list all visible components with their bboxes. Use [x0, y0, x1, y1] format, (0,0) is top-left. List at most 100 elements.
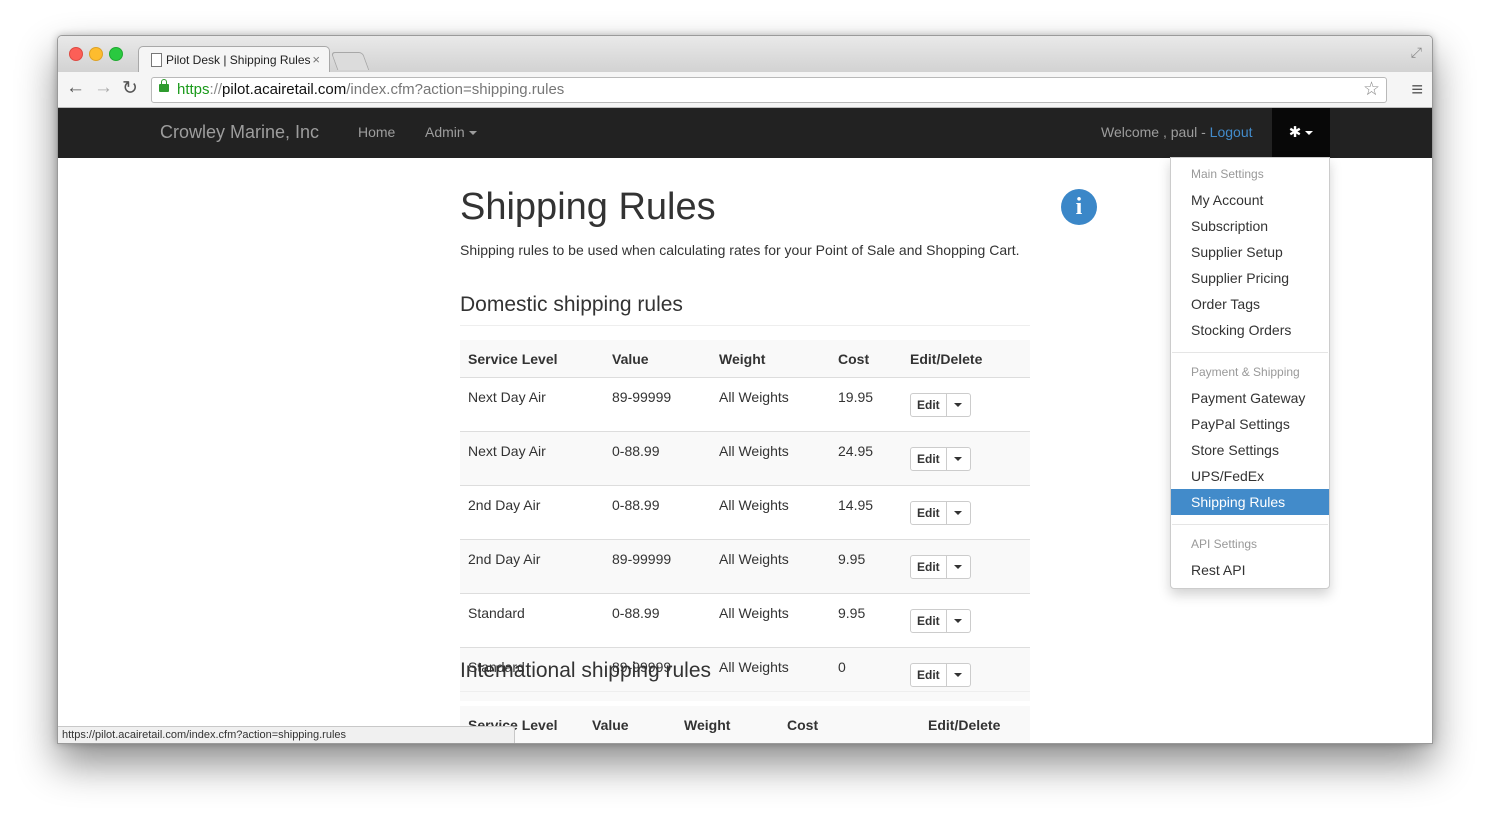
close-window-button[interactable] [69, 47, 83, 61]
service-level-cell: Next Day Air [460, 377, 604, 432]
domestic-rules-table: Service Level Value Weight Cost Edit/Del… [460, 340, 1030, 701]
menu-divider [1172, 524, 1328, 525]
edit-options-toggle[interactable] [946, 500, 971, 525]
menu-item-label: Store Settings [1191, 442, 1279, 458]
nav-admin[interactable]: Admin [425, 124, 477, 140]
column-header: Value [604, 340, 711, 378]
menu-item-payment-gateway[interactable]: Payment Gateway [1171, 385, 1329, 411]
chevron-down-icon [954, 511, 963, 516]
service-level-cell: 2nd Day Air [460, 485, 604, 540]
menu-item-label: Order Tags [1191, 296, 1260, 312]
brand[interactable]: Crowley Marine, Inc [160, 122, 319, 143]
url-text: https://pilot.acairetail.com/index.cfm?a… [177, 78, 564, 102]
menu-item-label: Supplier Setup [1191, 244, 1283, 260]
edit-button[interactable]: Edit [910, 608, 947, 633]
edit-options-toggle[interactable] [946, 392, 971, 417]
menu-item-label: Subscription [1191, 218, 1269, 234]
international-rules-table: Service Level Value Weight Cost Edit/Del… [460, 706, 1030, 743]
bookmark-star-icon[interactable]: ☆ [1363, 78, 1380, 102]
menu-item-shipping-rules[interactable]: Shipping Rules [1171, 489, 1329, 515]
menu-item-label: Shipping Rules [1191, 494, 1286, 510]
actions-cell: Edit [902, 539, 1030, 594]
menu-item-label: My Account [1191, 192, 1264, 208]
column-header: Weight [711, 340, 830, 378]
welcome-text: Welcome , paul - Logout [1101, 124, 1253, 140]
status-bar-url: https://pilot.acairetail.com/index.cfm?a… [58, 726, 515, 743]
cost-cell: 19.95 [830, 377, 902, 432]
domestic-section-title: Domestic shipping rules [460, 293, 1030, 326]
minimize-window-button[interactable] [89, 47, 103, 61]
maximize-window-button[interactable] [109, 47, 123, 61]
menu-item-rest-api[interactable]: Rest API [1171, 557, 1329, 583]
cost-cell: 9.95 [830, 593, 902, 648]
service-level-cell: Next Day Air [460, 431, 604, 486]
menu-divider [1172, 352, 1328, 353]
edit-options-toggle[interactable] [946, 608, 971, 633]
weight-cell: All Weights [711, 377, 830, 432]
edit-button-group: Edit [910, 608, 971, 633]
url-host: pilot.acairetail.com [222, 81, 347, 98]
menu-item-paypal-settings[interactable]: PayPal Settings [1171, 411, 1329, 437]
cost-cell: 14.95 [830, 485, 902, 540]
table-row: Next Day Air 0-88.99 All Weights 24.95 E… [460, 431, 1030, 486]
back-icon[interactable]: ← [66, 77, 85, 99]
edit-options-toggle[interactable] [946, 554, 971, 579]
table-row: Standard 0-88.99 All Weights 9.95 Edit [460, 593, 1030, 648]
menu-item-label: UPS/FedEx [1191, 468, 1265, 484]
edit-options-toggle[interactable] [946, 446, 971, 471]
value-cell: 0-88.99 [604, 431, 711, 486]
main-settings-header: Main Settings [1191, 167, 1264, 181]
nav-home[interactable]: Home [358, 124, 395, 140]
menu-item-stocking-orders[interactable]: Stocking Orders [1171, 317, 1329, 343]
edit-button[interactable]: Edit [910, 446, 947, 471]
tab-close-icon[interactable]: × [312, 52, 320, 67]
cost-cell: 24.95 [830, 431, 902, 486]
weight-cell: All Weights [711, 593, 830, 648]
international-section-title: International shipping rules [460, 659, 1030, 692]
value-cell: 0-88.99 [604, 485, 711, 540]
api-settings-header: API Settings [1191, 537, 1258, 551]
service-level-cell: 2nd Day Air [460, 539, 604, 594]
table-row: 2nd Day Air 0-88.99 All Weights 14.95 Ed… [460, 485, 1030, 540]
payment-shipping-header: Payment & Shipping [1191, 365, 1300, 379]
browser-tab[interactable]: Pilot Desk | Shipping Rules × [138, 46, 330, 73]
logout-link[interactable]: Logout [1210, 124, 1253, 140]
address-bar[interactable]: https://pilot.acairetail.com/index.cfm?a… [151, 77, 1387, 103]
info-icon[interactable]: i [1061, 189, 1097, 225]
menu-item-store-settings[interactable]: Store Settings [1171, 437, 1329, 463]
welcome-label: Welcome , paul - [1101, 124, 1210, 140]
fullscreen-icon[interactable]: ⤢ [1411, 44, 1422, 61]
url-scheme: https [177, 81, 210, 98]
edit-button[interactable]: Edit [910, 554, 947, 579]
lock-icon [159, 79, 169, 92]
tab-title: Pilot Desk | Shipping Rules [166, 53, 311, 67]
chevron-down-icon [954, 619, 963, 624]
column-header: Edit/Delete [902, 340, 1030, 378]
menu-item-supplier-setup[interactable]: Supplier Setup [1171, 239, 1329, 265]
forward-icon[interactable]: → [94, 77, 113, 99]
menu-item-ups-fedex[interactable]: UPS/FedEx [1171, 463, 1329, 489]
chevron-down-icon [954, 403, 963, 408]
new-tab-button[interactable] [330, 52, 370, 70]
menu-item-order-tags[interactable]: Order Tags [1171, 291, 1329, 317]
menu-item-my-account[interactable]: My Account [1171, 187, 1329, 213]
chevron-down-icon [954, 565, 963, 570]
actions-cell: Edit [902, 485, 1030, 540]
column-header: Cost [830, 340, 902, 378]
menu-item-supplier-pricing[interactable]: Supplier Pricing [1171, 265, 1329, 291]
menu-item-label: Rest API [1191, 562, 1246, 578]
browser-menu-icon[interactable]: ≡ [1411, 79, 1423, 102]
browser-toolbar: ← → ↻ https://pilot.acairetail.com/index… [58, 72, 1432, 108]
title-bar: Pilot Desk | Shipping Rules × ⤢ [58, 36, 1432, 73]
edit-button[interactable]: Edit [910, 392, 947, 417]
edit-button[interactable]: Edit [910, 500, 947, 525]
menu-item-label: Payment Gateway [1191, 390, 1306, 406]
app-navbar: Crowley Marine, Inc Home Admin Welcome ,… [58, 108, 1432, 158]
reload-icon[interactable]: ↻ [122, 77, 138, 100]
settings-dropdown-menu: Main Settings My Account Subscription Su… [1170, 157, 1330, 589]
chevron-down-icon [954, 457, 963, 462]
settings-dropdown-toggle[interactable]: ✱ [1272, 108, 1330, 158]
menu-item-subscription[interactable]: Subscription [1171, 213, 1329, 239]
table-row: Next Day Air 89-99999 All Weights 19.95 … [460, 377, 1030, 432]
page-description: Shipping rules to be used when calculati… [460, 242, 1020, 258]
